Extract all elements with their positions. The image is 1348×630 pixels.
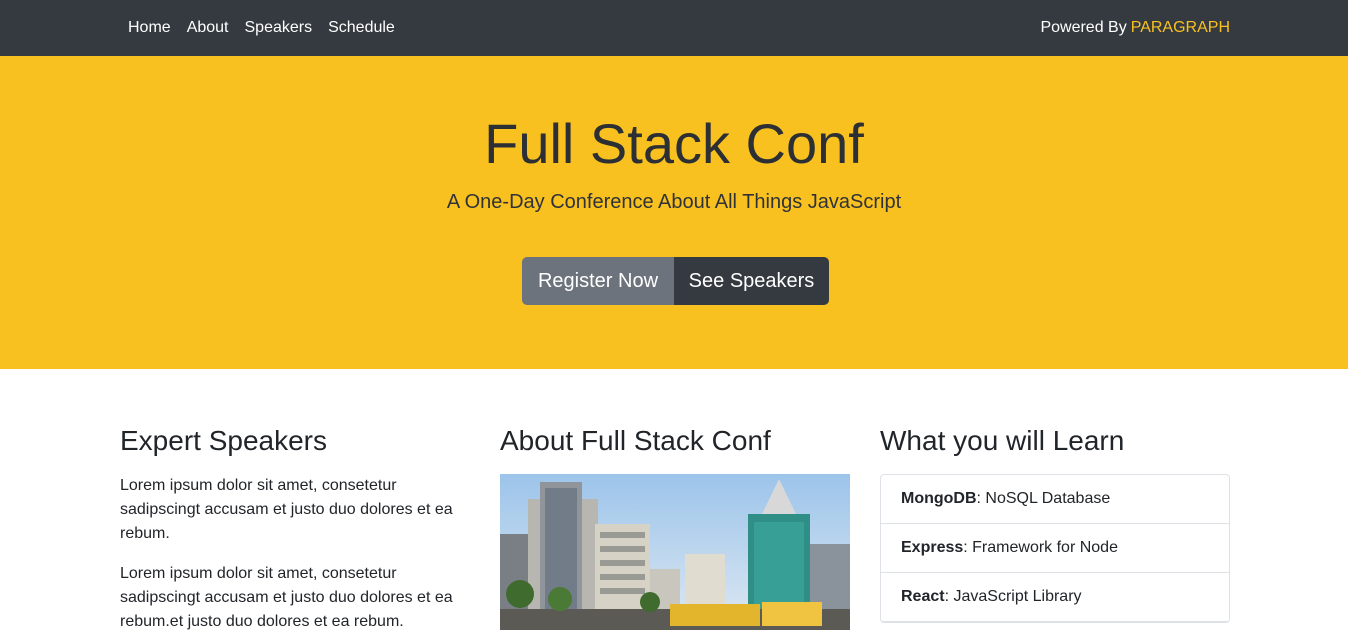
hero-subtitle: A One-Day Conference About All Things Ja… (446, 191, 902, 213)
hero-button-group: Register Now See Speakers (522, 257, 829, 305)
city-photo (500, 474, 850, 630)
learn-column: What you will Learn MongoDB: NoSQL Datab… (880, 424, 1230, 623)
about-heading: About Full Stack Conf (500, 425, 771, 456)
register-now-button[interactable]: Register Now (522, 257, 674, 305)
hero-section: Full Stack Conf A One-Day Conference Abo… (0, 56, 1348, 369)
speakers-column: Expert Speakers Lorem ipsum dolor sit am… (120, 424, 470, 630)
nav-link-schedule[interactable]: Schedule (320, 19, 403, 37)
speakers-paragraph-2: Lorem ipsum dolor sit amet, consetetur s… (120, 565, 453, 630)
speakers-paragraph-1: Lorem ipsum dolor sit amet, consetetur s… (120, 477, 453, 542)
list-item-name: Express (901, 539, 964, 556)
nav-link-speakers[interactable]: Speakers (237, 19, 321, 37)
nav-link-home[interactable]: Home (120, 19, 179, 37)
list-item-desc: : JavaScript Library (944, 588, 1082, 605)
powered-by: Powered By PARAGRAPH (1040, 0, 1230, 56)
list-item-name: MongoDB (901, 490, 977, 507)
list-item: MongoDB: NoSQL Database (881, 475, 1229, 524)
nav-link-about[interactable]: About (179, 19, 237, 37)
learn-heading: What you will Learn (880, 425, 1125, 456)
speakers-heading: Expert Speakers (120, 425, 327, 456)
about-column: About Full Stack Conf (500, 424, 850, 630)
list-item-name: React (901, 588, 945, 605)
list-item-desc: : Framework for Node (963, 539, 1118, 556)
list-item: Express: Framework for Node (881, 524, 1229, 573)
powered-by-brand-link[interactable]: PARAGRAPH (1131, 19, 1230, 37)
hero-title: Full Stack Conf (484, 112, 864, 175)
navbar: Home About Speakers Schedule Powered By … (0, 0, 1348, 56)
city-skyline-image (500, 474, 850, 630)
powered-by-label: Powered By (1040, 19, 1127, 36)
learn-list: MongoDB: NoSQL Database Express: Framewo… (880, 474, 1230, 623)
see-speakers-button[interactable]: See Speakers (674, 257, 829, 305)
list-item: React: JavaScript Library (881, 573, 1229, 622)
nav-links: Home About Speakers Schedule (120, 0, 403, 56)
list-item-desc: : NoSQL Database (976, 490, 1111, 507)
